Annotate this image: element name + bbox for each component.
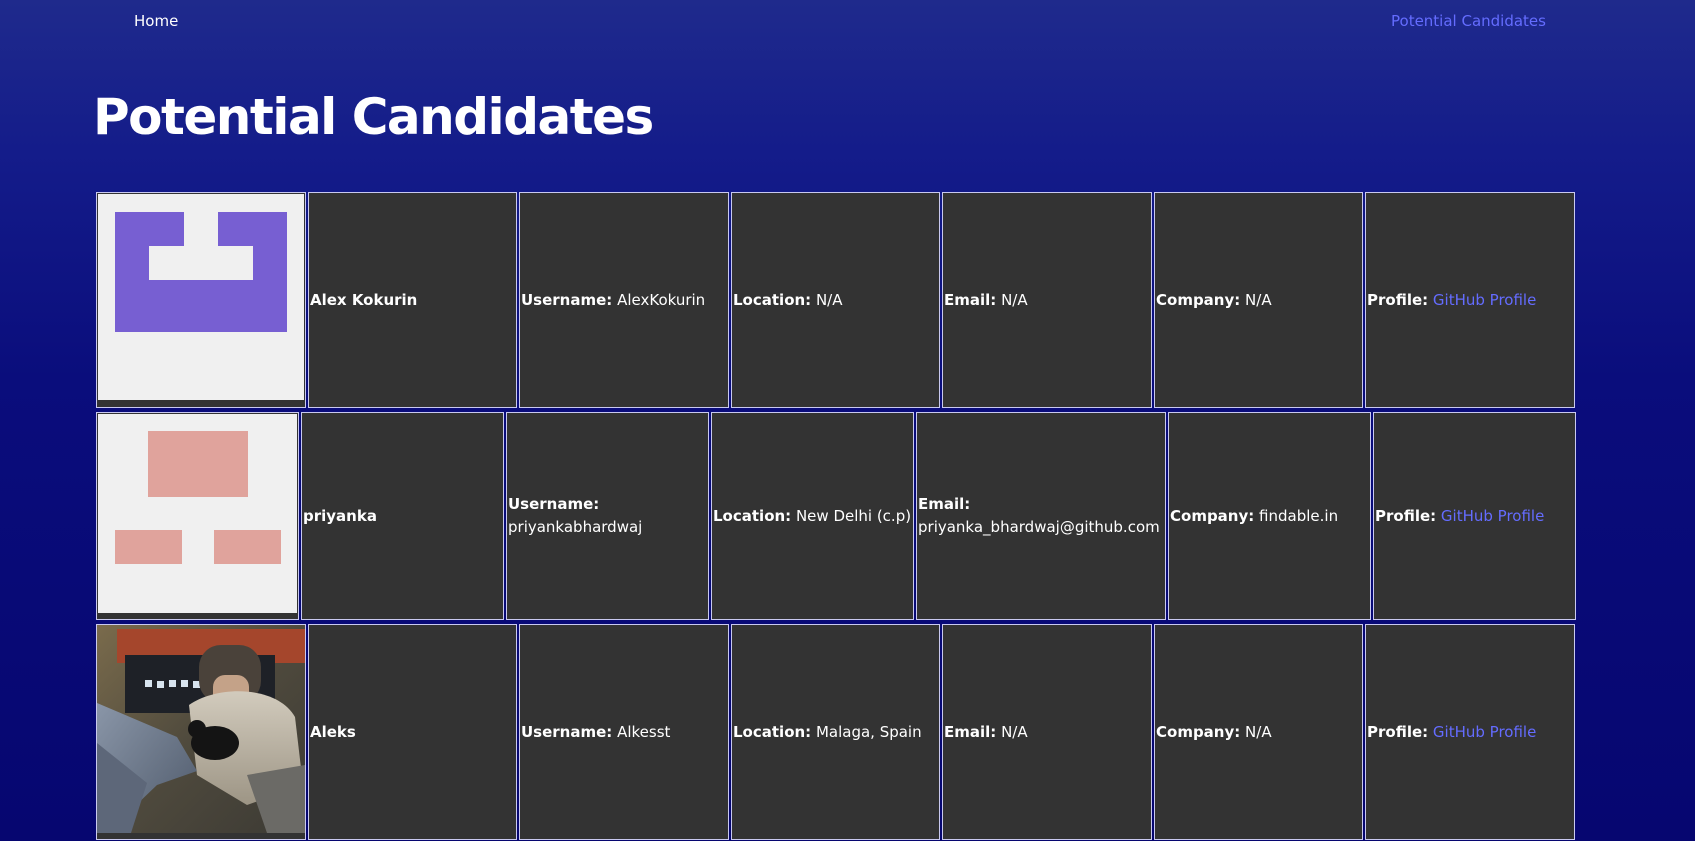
github-profile-link[interactable]: GitHub Profile [1433, 291, 1536, 309]
email-value: N/A [1001, 290, 1028, 309]
top-nav: Home Potential Candidates [0, 0, 1695, 44]
location-cell: Location: N/A [731, 192, 940, 408]
nav-potential-candidates-link[interactable]: Potential Candidates [1391, 12, 1546, 30]
location-value: N/A [815, 290, 843, 309]
candidate-row: priyanka Username: priyankabhardwaj Locat… [96, 412, 1576, 620]
candidate-name: Alex Kokurin [310, 290, 418, 309]
avatar [96, 624, 306, 840]
username-label: Username: [521, 290, 613, 309]
email-label: Email: [944, 722, 997, 741]
avatar [96, 192, 306, 408]
company-cell: Company: N/A [1154, 624, 1363, 840]
location-label: Location: [713, 506, 792, 525]
location-label: Location: [733, 722, 812, 741]
company-value: findable.in [1259, 506, 1339, 525]
company-cell: Company: findable.in [1168, 412, 1371, 620]
username-cell: Username: priyankabhardwaj [506, 412, 709, 620]
email-label: Email: [918, 495, 971, 513]
company-label: Company: [1170, 506, 1255, 525]
page-title: Potential Candidates [93, 88, 654, 146]
profile-cell: Profile: GitHub Profile [1373, 412, 1576, 620]
username-value: AlexKokurin [617, 290, 706, 309]
company-cell: Company: N/A [1154, 192, 1363, 408]
email-value: priyanka_bhardwaj@github.com [918, 518, 1160, 536]
location-value: Malaga, Spain [815, 722, 922, 741]
username-cell: Username: Alkesst [519, 624, 729, 840]
github-profile-link[interactable]: GitHub Profile [1441, 507, 1544, 525]
profile-label: Profile: [1367, 722, 1429, 741]
avatar [96, 412, 299, 620]
email-cell: Email: N/A [942, 192, 1152, 408]
company-label: Company: [1156, 290, 1241, 309]
location-cell: Location: New Delhi (c.p) [711, 412, 914, 620]
profile-photo [97, 625, 305, 833]
candidate-name: Aleks [310, 722, 356, 741]
github-profile-link[interactable]: GitHub Profile [1433, 723, 1536, 741]
location-label: Location: [733, 290, 812, 309]
company-value: N/A [1245, 722, 1272, 741]
profile-cell: Profile: GitHub Profile [1365, 624, 1575, 840]
identicon-image [98, 414, 297, 613]
candidate-row: Aleks Username: Alkesst Location: Malaga… [96, 624, 1575, 840]
email-label: Email: [944, 290, 997, 309]
location-cell: Location: Malaga, Spain [731, 624, 940, 840]
company-label: Company: [1156, 722, 1241, 741]
nav-home-link[interactable]: Home [134, 12, 178, 30]
email-cell: Email: priyanka_bhardwaj@github.com [916, 412, 1166, 620]
candidate-name-cell: Alex Kokurin [308, 192, 517, 408]
username-label: Username: [521, 722, 613, 741]
username-value: Alkesst [617, 722, 671, 741]
username-cell: Username: AlexKokurin [519, 192, 729, 408]
email-value: N/A [1001, 722, 1028, 741]
profile-label: Profile: [1375, 506, 1437, 525]
username-label: Username: [508, 495, 600, 513]
candidate-row: Alex Kokurin Username: AlexKokurin Locat… [96, 192, 1575, 408]
candidate-name: priyanka [303, 506, 377, 525]
candidate-name-cell: Aleks [308, 624, 517, 840]
profile-label: Profile: [1367, 290, 1429, 309]
location-value: New Delhi (c.p) [795, 506, 912, 525]
profile-cell: Profile: GitHub Profile [1365, 192, 1575, 408]
company-value: N/A [1245, 290, 1272, 309]
email-cell: Email: N/A [942, 624, 1152, 840]
identicon-image [98, 194, 304, 400]
username-value: priyankabhardwaj [508, 518, 643, 536]
candidate-name-cell: priyanka [301, 412, 504, 620]
